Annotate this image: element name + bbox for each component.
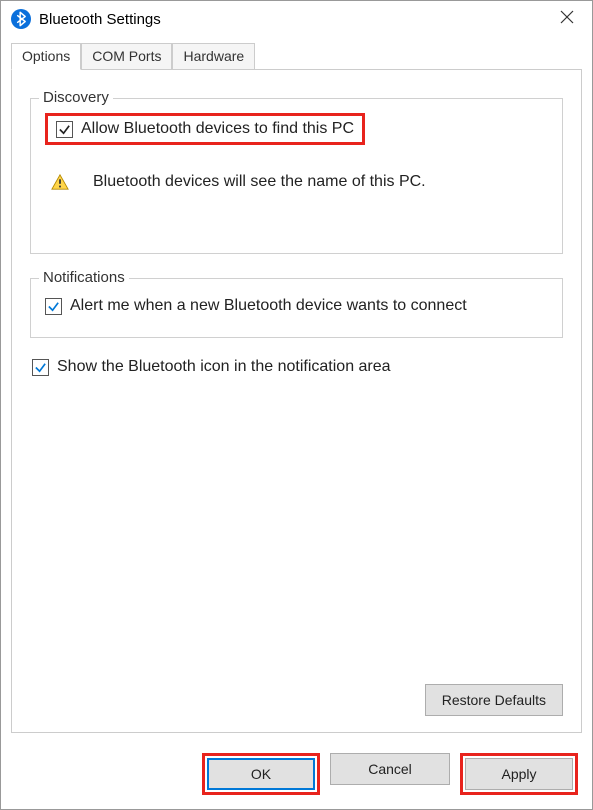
restore-defaults-button[interactable]: Restore Defaults bbox=[425, 684, 563, 716]
bluetooth-icon bbox=[11, 9, 31, 29]
close-button[interactable] bbox=[542, 1, 592, 37]
cancel-button[interactable]: Cancel bbox=[330, 753, 450, 785]
tab-com-ports[interactable]: COM Ports bbox=[81, 43, 172, 69]
show-icon-label: Show the Bluetooth icon in the notificat… bbox=[57, 358, 391, 376]
discovery-info-row: Bluetooth devices will see the name of t… bbox=[51, 173, 548, 191]
bluetooth-settings-window: Bluetooth Settings Options COM Ports Har… bbox=[0, 0, 593, 810]
alert-connect-label: Alert me when a new Bluetooth device wan… bbox=[70, 297, 467, 315]
close-icon bbox=[560, 10, 574, 28]
highlight-apply: Apply bbox=[460, 753, 578, 795]
ok-button[interactable]: OK bbox=[207, 758, 315, 790]
show-icon-checkbox[interactable] bbox=[32, 359, 49, 376]
notifications-group: Notifications Alert me when a new Blueto… bbox=[30, 278, 563, 338]
show-icon-row: Show the Bluetooth icon in the notificat… bbox=[32, 358, 563, 376]
tab-content: Discovery Allow Bluetooth devices to fin… bbox=[11, 69, 582, 733]
highlight-ok: OK bbox=[202, 753, 320, 795]
titlebar: Bluetooth Settings bbox=[1, 1, 592, 37]
allow-discovery-label: Allow Bluetooth devices to find this PC bbox=[81, 120, 354, 138]
alert-connect-checkbox[interactable] bbox=[45, 298, 62, 315]
button-bar: OK Cancel Apply bbox=[1, 743, 592, 809]
tab-options[interactable]: Options bbox=[11, 43, 81, 70]
tab-hardware[interactable]: Hardware bbox=[172, 43, 255, 69]
allow-discovery-checkbox[interactable] bbox=[56, 121, 73, 138]
discovery-legend: Discovery bbox=[39, 89, 113, 106]
window-title: Bluetooth Settings bbox=[39, 11, 542, 28]
highlight-allow-discovery: Allow Bluetooth devices to find this PC bbox=[45, 113, 365, 145]
notifications-legend: Notifications bbox=[39, 269, 129, 286]
restore-row: Restore Defaults bbox=[30, 684, 563, 716]
tabstrip: Options COM Ports Hardware bbox=[11, 43, 582, 69]
apply-button[interactable]: Apply bbox=[465, 758, 573, 790]
warning-icon bbox=[51, 173, 69, 191]
discovery-info-text: Bluetooth devices will see the name of t… bbox=[93, 173, 426, 191]
discovery-group: Discovery Allow Bluetooth devices to fin… bbox=[30, 98, 563, 254]
